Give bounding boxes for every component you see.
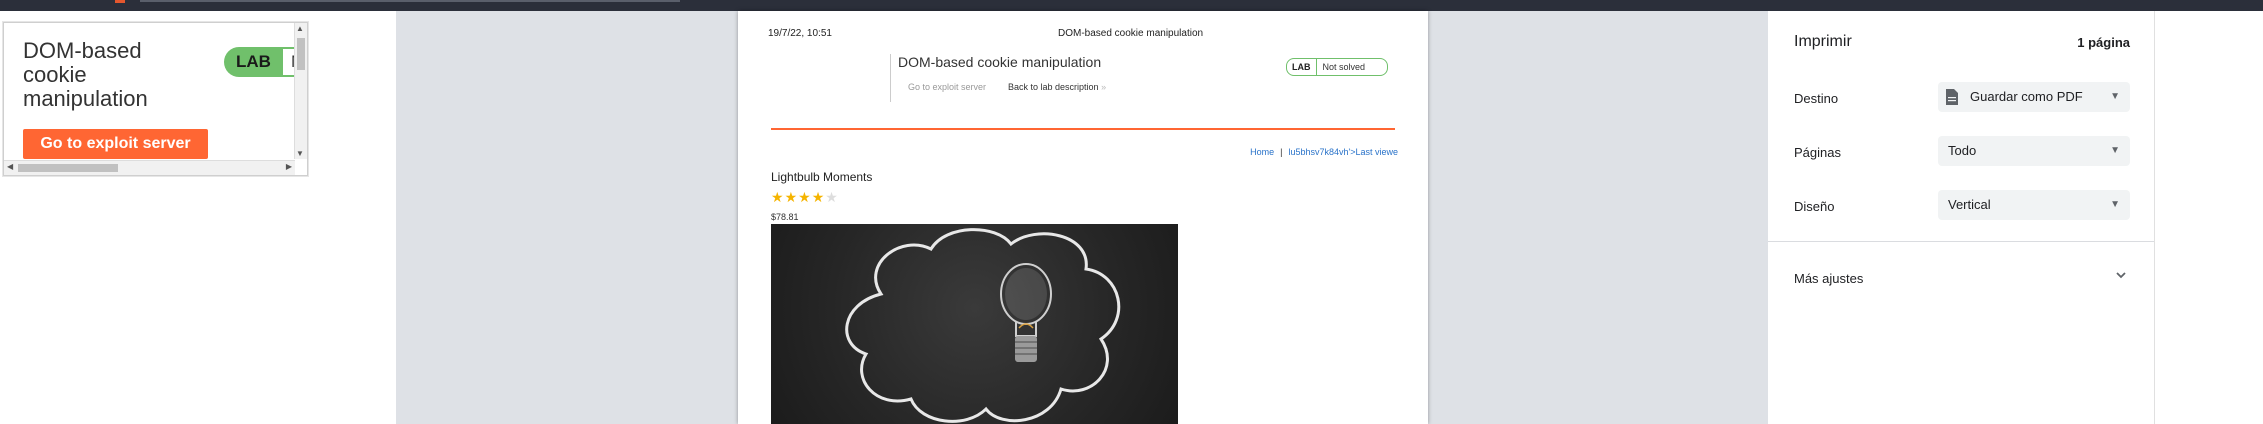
layout-label: Diseño — [1794, 199, 1835, 214]
star-empty-icon: ★ — [825, 189, 839, 205]
header-orange-divider — [771, 128, 1395, 130]
right-margin-area — [2154, 11, 2263, 424]
nav-last-viewed-link: lu5bhsv7k84vh'>Last viewe — [1288, 147, 1398, 157]
destination-select[interactable]: Guardar como PDF ▼ — [1938, 82, 2130, 112]
pages-label: Páginas — [1794, 145, 1841, 160]
lab-badge: LAB — [224, 47, 283, 77]
page-breadcrumb: Home | lu5bhsv7k84vh'>Last viewe — [1250, 147, 1398, 157]
product-price: $78.81 — [771, 212, 799, 222]
product-image — [771, 224, 1178, 424]
star-icon: ★ — [811, 189, 826, 205]
scroll-down-arrow-icon[interactable]: ▼ — [296, 149, 304, 158]
layout-select[interactable]: Vertical ▼ — [1938, 190, 2130, 220]
print-doc-title: DOM-based cookie manipulation — [1058, 28, 1204, 39]
lightbulb-thought-bubble-image — [845, 228, 1121, 424]
page-back-link: Back to lab description » — [1008, 82, 1106, 92]
horizontal-scrollbar[interactable]: ◀ ▶ — [4, 160, 295, 175]
browser-top-bar — [0, 0, 2263, 11]
back-arrow-icon: » — [1101, 82, 1107, 92]
product-rating: ★★★★★ — [771, 189, 839, 206]
nav-home-link: Home — [1250, 147, 1275, 157]
settings-divider — [1768, 241, 2154, 242]
dropdown-arrow-icon: ▼ — [2110, 91, 2120, 102]
print-dialog-title: Imprimir — [1794, 33, 1852, 50]
more-settings-toggle[interactable]: Más ajustes — [1794, 271, 1863, 286]
exploit-server-button[interactable]: Go to exploit server — [23, 129, 208, 159]
scroll-left-arrow-icon[interactable]: ◀ — [7, 162, 13, 171]
print-settings-panel: Imprimir 1 página Destino Guardar como P… — [1768, 11, 2154, 424]
browser-tab-strip — [140, 0, 680, 2]
dropdown-arrow-icon: ▼ — [2110, 145, 2120, 156]
page-count: 1 página — [2077, 35, 2130, 50]
layout-value: Vertical — [1948, 197, 1991, 212]
scroll-up-arrow-icon[interactable]: ▲ — [296, 24, 304, 33]
star-icon: ★ — [771, 189, 785, 205]
scroll-right-arrow-icon[interactable]: ▶ — [286, 162, 292, 171]
vertical-scrollbar[interactable]: ▲ ▼ — [294, 23, 307, 159]
product-name: Lightbulb Moments — [771, 170, 873, 184]
pages-value: Todo — [1948, 143, 1977, 158]
header-divider — [890, 54, 891, 102]
browser-tab-indicator[interactable] — [115, 0, 125, 3]
lab-title: DOM-based cookie manipulation — [23, 38, 148, 111]
destination-label: Destino — [1794, 91, 1839, 106]
lab-header-frame: DOM-based cookie manipulation LAB N Go t… — [3, 22, 308, 176]
destination-value: Guardar como PDF — [1970, 89, 2083, 104]
page-lab-status: Not solved — [1322, 62, 1366, 72]
chevron-down-icon[interactable] — [2114, 268, 2128, 282]
horizontal-scroll-thumb[interactable] — [18, 164, 118, 172]
page-exploit-link: Go to exploit server — [908, 82, 987, 92]
dropdown-arrow-icon: ▼ — [2110, 199, 2120, 210]
document-icon — [1946, 89, 1958, 105]
print-preview-page: 19/7/22, 10:51 DOM-based cookie manipula… — [738, 11, 1428, 424]
page-back-link-label: Back to lab description — [1008, 82, 1099, 92]
page-lab-status-widget: LAB Not solved — [1286, 58, 1389, 76]
pages-select[interactable]: Todo ▼ — [1938, 136, 2130, 166]
vertical-scroll-thumb[interactable] — [297, 38, 305, 70]
star-icon: ★ — [798, 189, 812, 205]
page-lab-title: DOM-based cookie manipulation — [898, 54, 1102, 70]
nav-separator: | — [1280, 147, 1283, 157]
page-lab-badge: LAB — [1287, 59, 1317, 75]
print-date: 19/7/22, 10:51 — [768, 28, 832, 39]
star-icon: ★ — [784, 189, 799, 205]
